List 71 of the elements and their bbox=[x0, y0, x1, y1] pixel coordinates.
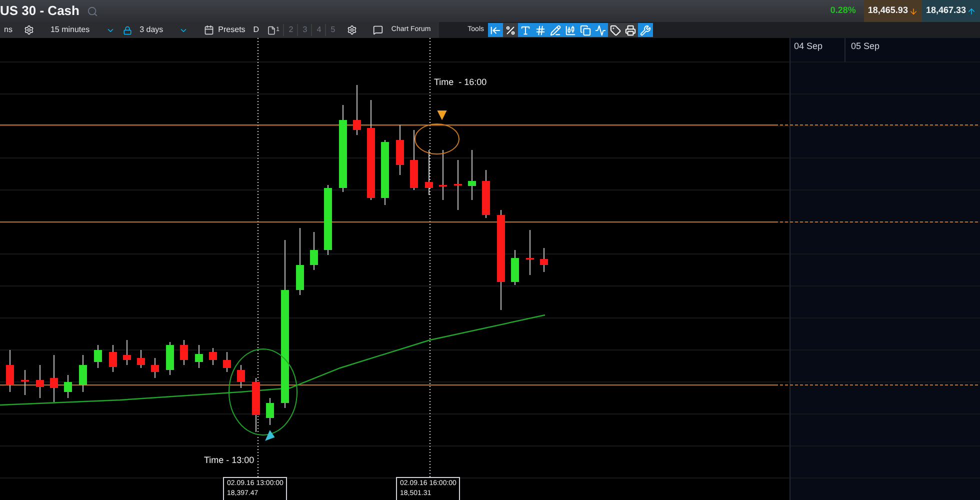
page-icon bbox=[267, 26, 276, 34]
calendar-icon[interactable] bbox=[204, 25, 214, 35]
wrench-tool[interactable] bbox=[638, 23, 653, 37]
pencil-tool[interactable] bbox=[548, 23, 563, 37]
candle bbox=[21, 370, 29, 396]
time-annotation: Time - 13:00 bbox=[204, 454, 254, 467]
candle bbox=[36, 364, 44, 398]
arrow-icon bbox=[266, 430, 274, 440]
arrow-up-icon bbox=[967, 6, 976, 16]
candle bbox=[223, 352, 231, 372]
printer-tool[interactable] bbox=[623, 23, 638, 37]
candle bbox=[166, 342, 174, 376]
candle bbox=[180, 340, 188, 366]
candle bbox=[6, 350, 14, 392]
candle bbox=[94, 344, 102, 368]
time-annotation: Time - 16:00 bbox=[434, 76, 487, 89]
buy-price-text: 18,467.33 bbox=[926, 4, 966, 18]
arrow-icon bbox=[437, 110, 447, 120]
settings-icon[interactable] bbox=[347, 25, 358, 35]
candle bbox=[381, 140, 389, 206]
candle bbox=[526, 230, 534, 276]
candle bbox=[511, 250, 519, 286]
change-percent: 0.28% bbox=[830, 4, 856, 18]
candle bbox=[439, 150, 447, 200]
windows-tool[interactable] bbox=[578, 23, 593, 37]
candle bbox=[266, 398, 274, 426]
candle bbox=[410, 130, 418, 190]
candle bbox=[123, 340, 131, 366]
buy-price[interactable]: 18,467.33 bbox=[922, 0, 980, 22]
sell-price[interactable]: 18,465.93 bbox=[864, 0, 922, 22]
search-icon[interactable] bbox=[87, 6, 98, 16]
candle bbox=[209, 348, 217, 366]
candle bbox=[109, 344, 117, 372]
candle bbox=[353, 84, 361, 136]
candle bbox=[79, 354, 87, 392]
lock-icon[interactable] bbox=[122, 26, 132, 34]
chat-icon bbox=[373, 25, 384, 35]
candle bbox=[468, 150, 476, 200]
percent-tool[interactable] bbox=[503, 23, 518, 37]
arrow-down-icon bbox=[908, 6, 918, 16]
candle bbox=[396, 124, 404, 176]
toolbar-label[interactable]: ns bbox=[0, 24, 16, 36]
date-label: 05 Sep bbox=[851, 40, 880, 53]
candle bbox=[454, 160, 462, 210]
candle bbox=[195, 344, 203, 368]
interval-dropdown[interactable]: 15 minutes bbox=[42, 24, 123, 36]
candle bbox=[310, 232, 318, 270]
toolbar-label[interactable]: Presets bbox=[214, 24, 250, 36]
instrument-title: US 30 - Cash bbox=[0, 2, 80, 20]
candle bbox=[324, 184, 332, 256]
candle bbox=[64, 374, 72, 398]
toolbar-label[interactable]: D bbox=[249, 24, 264, 36]
candle bbox=[425, 150, 433, 196]
candle bbox=[151, 358, 159, 378]
candle bbox=[237, 364, 245, 388]
candle bbox=[482, 170, 490, 218]
candle bbox=[540, 248, 548, 272]
settings-icon[interactable] bbox=[24, 25, 34, 35]
tag-tool[interactable] bbox=[608, 23, 623, 37]
sell-price-text: 18,465.93 bbox=[868, 4, 908, 18]
candle bbox=[296, 228, 304, 296]
highlight-ellipse bbox=[414, 124, 460, 154]
candle bbox=[137, 350, 145, 368]
candlestick-tool[interactable] bbox=[563, 23, 578, 37]
line-chart-tool[interactable] bbox=[593, 23, 608, 37]
text-tool[interactable] bbox=[518, 23, 533, 37]
interval-dropdown[interactable]: 3 days bbox=[132, 24, 196, 36]
candle bbox=[50, 354, 58, 402]
candle bbox=[252, 378, 260, 432]
date-label: 04 Sep bbox=[794, 40, 823, 53]
back-arrow-tool[interactable] bbox=[488, 23, 503, 37]
